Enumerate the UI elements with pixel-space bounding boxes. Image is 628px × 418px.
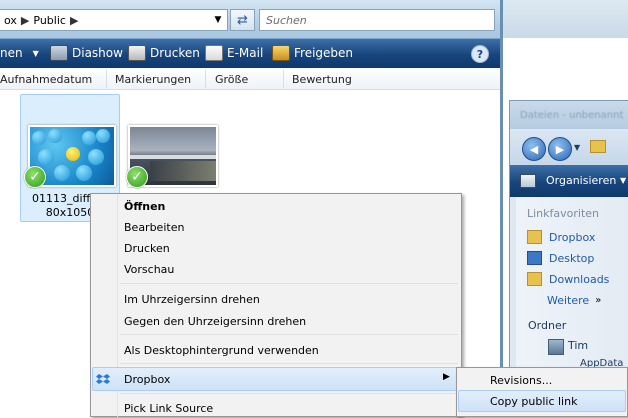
breadcrumb-arrow-icon[interactable]: ▶ [70, 14, 78, 27]
smiley-icon [66, 147, 80, 161]
favorite-dropbox[interactable]: Dropbox [527, 228, 595, 246]
thumbnail-ball [96, 129, 110, 143]
submenu-item-revisions[interactable]: Revisions... [490, 370, 552, 390]
menu-separator [120, 363, 458, 364]
share-button[interactable]: Freigeben [272, 39, 353, 67]
favorite-downloads[interactable]: Downloads [527, 270, 609, 288]
share-icon [272, 45, 290, 61]
menu-item-rotate-cw[interactable]: Im Uhrzeigersinn drehen [124, 289, 260, 309]
column-date-taken[interactable]: Aufnahmedatum [0, 68, 92, 90]
column-rating[interactable]: Bewertung [292, 68, 352, 90]
thumbnail-road [130, 155, 216, 159]
thumbnail-ball [82, 131, 96, 145]
favorites-more[interactable]: Weitere » [547, 291, 601, 309]
forward-button[interactable]: ▶ [548, 137, 572, 161]
search-placeholder: Suchen [266, 13, 307, 27]
share-label: Freigeben [294, 46, 354, 60]
window-title: Dateien - unbenannt [520, 110, 624, 121]
menu-item-dropbox[interactable]: Dropbox [124, 369, 170, 389]
chevron-down-icon: ▼ [32, 48, 39, 58]
refresh-icon: ⇄ [237, 12, 248, 28]
menu-item-preview[interactable]: Vorschau [124, 259, 174, 279]
favorite-label: Desktop [549, 251, 595, 265]
folders-heading[interactable]: Ordner [528, 319, 566, 332]
chevron-down-icon[interactable]: ▼ [620, 176, 626, 185]
thumbnail-ball [76, 165, 92, 181]
address-bar[interactable]: ox ▶ Public ▶ [0, 9, 228, 31]
folder-tree-item-user[interactable]: Tim [568, 339, 588, 352]
favorites-heading: Linkfavoriten [527, 207, 600, 220]
slideshow-button[interactable]: Diashow [50, 39, 123, 67]
folder-icon [590, 140, 606, 153]
organize-button[interactable]: nen ▼ [0, 39, 39, 67]
menu-item-rotate-ccw[interactable]: Gegen den Uhrzeigersinn drehen [124, 311, 306, 331]
email-icon [205, 45, 223, 61]
print-button[interactable]: Drucken [128, 39, 200, 67]
user-folder-icon [548, 339, 564, 355]
menu-item-open[interactable]: Öffnen [124, 196, 165, 216]
menu-item-set-wallpaper[interactable]: Als Desktophintergrund verwenden [124, 340, 319, 360]
slideshow-label: Diashow [72, 46, 123, 60]
menu-separator [120, 283, 458, 284]
column-divider[interactable] [205, 70, 206, 88]
dropbox-icon [96, 374, 110, 384]
background-window-strip [503, 0, 628, 38]
favorite-desktop[interactable]: Desktop [527, 249, 594, 267]
submenu-item-copy-public-link[interactable]: Copy public link [490, 391, 577, 411]
column-divider[interactable] [283, 70, 284, 88]
organize-label: nen [0, 46, 23, 60]
favorite-label: Dropbox [549, 230, 596, 244]
column-divider[interactable] [106, 70, 107, 88]
column-size[interactable]: Größe [215, 68, 248, 90]
back-button[interactable]: ◀ [522, 137, 546, 161]
search-input[interactable]: Suchen [259, 9, 495, 31]
help-icon: ? [476, 47, 484, 61]
breadcrumb-public[interactable]: Public [33, 14, 66, 27]
menu-separator [120, 393, 458, 394]
more-label: Weitere [547, 293, 590, 307]
print-label: Drucken [150, 46, 200, 60]
forward-arrow-icon: ▶ [555, 142, 565, 156]
help-button[interactable]: ? [471, 45, 489, 63]
sync-check-icon: ✓ [24, 166, 46, 188]
slideshow-icon [50, 45, 68, 61]
thumbnail-ball [88, 149, 104, 165]
thumbnail-road [150, 161, 216, 181]
menu-item-edit[interactable]: Bearbeiten [124, 217, 184, 237]
thumbnail-ball [32, 131, 46, 145]
email-button[interactable]: E-Mail [205, 39, 263, 67]
menu-separator [120, 334, 458, 335]
menu-item-pick-link-source[interactable]: Pick Link Source [124, 398, 213, 418]
thumbnail-ball [54, 165, 70, 181]
organize-icon [520, 174, 536, 188]
email-label: E-Mail [227, 46, 264, 60]
submenu-arrow-icon: ▶ [443, 372, 450, 382]
thumbnail-ball [48, 129, 62, 143]
breadcrumb-arrow-icon[interactable]: ▶ [21, 14, 29, 27]
printer-icon [128, 45, 146, 61]
window-border [500, 0, 503, 417]
menu-item-print[interactable]: Drucken [124, 238, 170, 258]
column-tags[interactable]: Markierungen [115, 68, 191, 90]
folder-icon [527, 272, 542, 286]
desktop-icon [527, 251, 542, 265]
history-dropdown-icon[interactable]: ▼ [574, 143, 580, 152]
refresh-button[interactable]: ⇄ [230, 9, 255, 31]
folder-icon [527, 230, 542, 244]
breadcrumb-partial[interactable]: ox [4, 14, 17, 27]
column-header-row: Aufnahmedatum Markierungen Größe Bewertu… [0, 68, 500, 90]
back-arrow-icon: ◀ [529, 142, 539, 156]
sync-check-icon: ✓ [126, 166, 148, 188]
favorite-label: Downloads [549, 272, 610, 286]
double-chevron-icon: » [595, 294, 602, 306]
thumbnail-ball [38, 149, 54, 165]
command-toolbar: nen ▼ Diashow Drucken E-Mail Freigeben ? [0, 38, 500, 68]
address-dropdown-icon[interactable]: ▼ [208, 9, 228, 31]
organize-button-2[interactable]: Organisieren [546, 174, 616, 187]
